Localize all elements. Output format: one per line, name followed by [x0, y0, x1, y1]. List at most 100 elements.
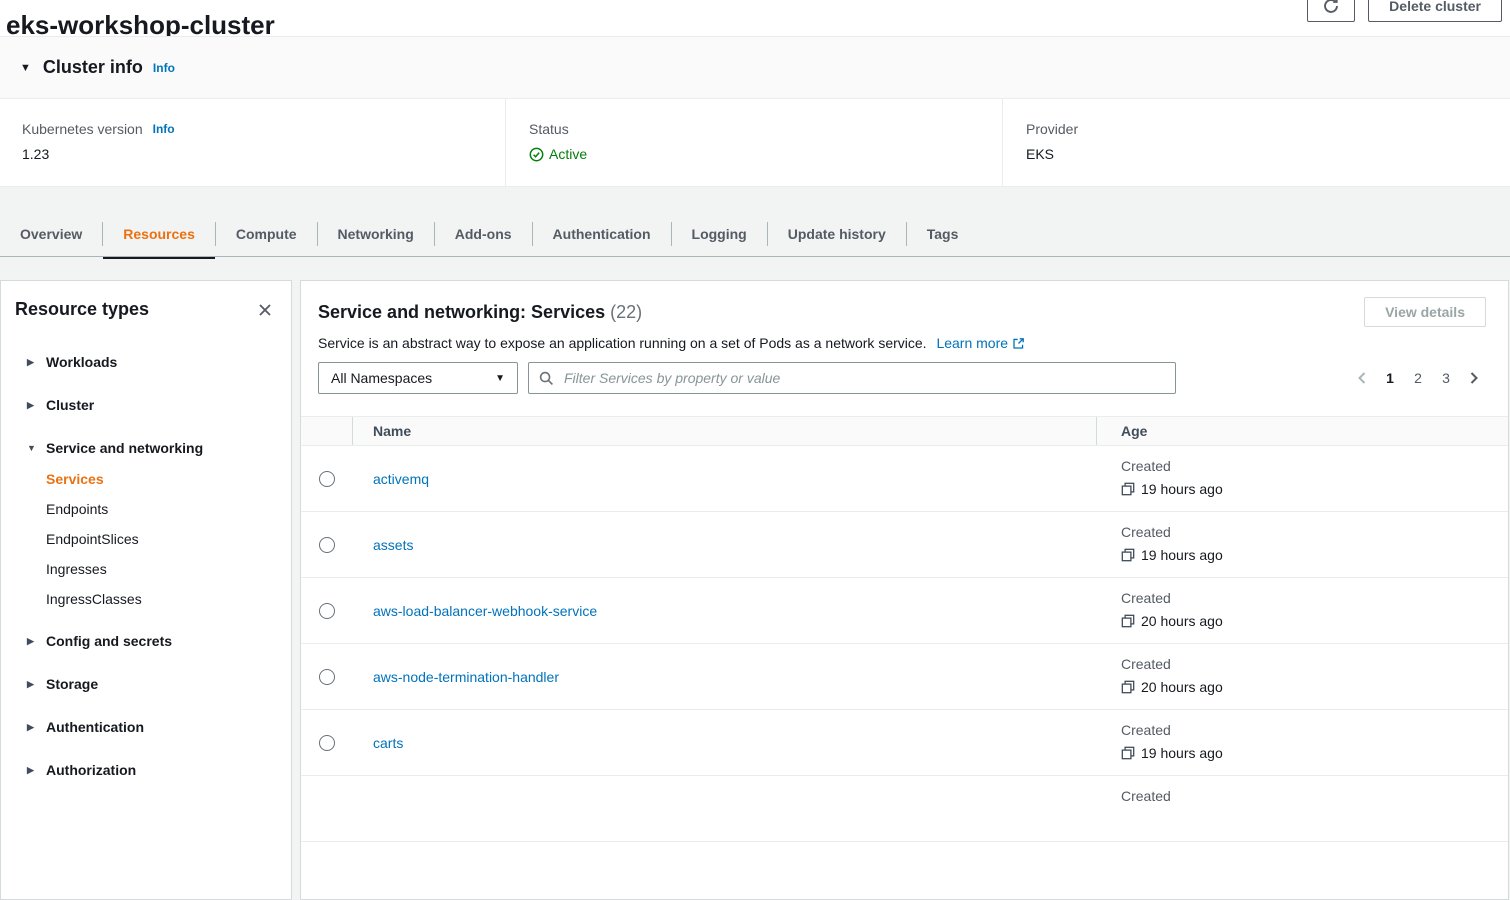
status-check-circle-icon: [529, 147, 544, 162]
services-table: Name Age activemq Created 19 hours ago a…: [301, 416, 1508, 842]
page-1-button[interactable]: 1: [1376, 364, 1404, 392]
page-3-button[interactable]: 3: [1432, 364, 1460, 392]
sidebar-group-storage[interactable]: ▶ Storage: [27, 672, 291, 696]
tab-resources[interactable]: Resources: [103, 210, 215, 257]
sidebar-item-services[interactable]: Services: [46, 464, 291, 494]
previous-page-icon[interactable]: [1348, 364, 1376, 392]
service-link[interactable]: aws-node-termination-handler: [373, 669, 559, 685]
age-created-label: Created: [1121, 590, 1508, 606]
table-row: carts Created 19 hours ago: [301, 710, 1508, 776]
service-link[interactable]: carts: [373, 735, 403, 751]
pagination: 1 2 3: [1348, 364, 1488, 392]
chevron-right-icon[interactable]: ▶: [27, 357, 46, 368]
status-label: Status: [529, 121, 1002, 137]
age-created-label: Created: [1121, 458, 1508, 474]
cluster-info-header[interactable]: ▼ Cluster info Info: [0, 37, 1510, 99]
copy-icon[interactable]: [1121, 548, 1135, 562]
resource-types-panel: Resource types ▶ Workloads ▶ Cluster ▼ S…: [0, 280, 292, 900]
sidebar-group-authentication[interactable]: ▶ Authentication: [27, 715, 291, 739]
close-icon[interactable]: [255, 300, 275, 320]
age-created-label: Created: [1121, 722, 1508, 738]
sidebar-group-authorization[interactable]: ▶ Authorization: [27, 758, 291, 782]
view-details-button[interactable]: View details: [1364, 297, 1486, 327]
external-link-icon: [1012, 337, 1025, 350]
table-row: assets Created 19 hours ago: [301, 512, 1508, 578]
refresh-button[interactable]: [1307, 0, 1355, 22]
kubernetes-version-label: Kubernetes version: [22, 121, 143, 137]
page-header: eks-workshop-cluster Delete cluster: [0, 0, 1510, 38]
resource-types-tree: ▶ Workloads ▶ Cluster ▼ Service and netw…: [1, 350, 291, 782]
age-value: 19 hours ago: [1141, 745, 1223, 761]
services-panel-title: Service and networking: Services (22): [301, 281, 1508, 323]
sidebar-group-config-and-secrets[interactable]: ▶ Config and secrets: [27, 629, 291, 653]
table-row: aws-node-termination-handler Created 20 …: [301, 644, 1508, 710]
chevron-right-icon[interactable]: ▶: [27, 679, 46, 690]
delete-cluster-button[interactable]: Delete cluster: [1368, 0, 1502, 22]
kubernetes-version-value: 1.23: [22, 146, 505, 162]
page-2-button[interactable]: 2: [1404, 364, 1432, 392]
row-radio-button[interactable]: [319, 669, 335, 685]
sidebar-group-workloads[interactable]: ▶ Workloads: [27, 350, 291, 374]
sidebar-item-ingressclasses[interactable]: IngressClasses: [46, 584, 291, 614]
row-radio-button[interactable]: [319, 471, 335, 487]
copy-icon[interactable]: [1121, 680, 1135, 694]
tab-networking[interactable]: Networking: [318, 210, 434, 257]
age-value: 20 hours ago: [1141, 679, 1223, 695]
services-panel: Service and networking: Services (22) Vi…: [300, 280, 1509, 900]
table-row-partial: Created: [301, 776, 1508, 842]
cluster-info-info-link[interactable]: Info: [153, 61, 175, 75]
status-badge: Active: [549, 146, 587, 162]
tab-update-history[interactable]: Update history: [768, 210, 906, 257]
resource-types-title: Resource types: [15, 299, 149, 320]
tabs-separator: [0, 256, 1510, 257]
service-link[interactable]: assets: [373, 537, 413, 553]
service-link[interactable]: aws-load-balancer-webhook-service: [373, 603, 597, 619]
age-value: 19 hours ago: [1141, 481, 1223, 497]
age-created-label: Created: [1121, 788, 1508, 804]
services-count: (22): [610, 302, 642, 322]
tab-logging[interactable]: Logging: [672, 210, 767, 257]
sidebar-item-endpoints[interactable]: Endpoints: [46, 494, 291, 524]
kubernetes-version-field: Kubernetes version Info 1.23: [0, 99, 505, 186]
service-link[interactable]: activemq: [373, 471, 429, 487]
filter-row: All Namespaces ▼ 1 2 3: [318, 362, 1488, 394]
row-radio-button[interactable]: [319, 603, 335, 619]
copy-icon[interactable]: [1121, 746, 1135, 760]
selection-column-header: [301, 417, 353, 445]
copy-icon[interactable]: [1121, 614, 1135, 628]
tab-add-ons[interactable]: Add-ons: [435, 210, 532, 257]
learn-more-link[interactable]: Learn more: [936, 335, 1025, 351]
header-actions: Delete cluster: [1307, 0, 1502, 22]
provider-field: Provider EKS: [1002, 99, 1510, 186]
sidebar-item-ingresses[interactable]: Ingresses: [46, 554, 291, 584]
search-box: [528, 362, 1176, 394]
chevron-right-icon[interactable]: ▶: [27, 765, 46, 776]
caret-down-icon: ▼: [495, 373, 505, 384]
next-page-icon[interactable]: [1460, 364, 1488, 392]
chevron-down-icon[interactable]: ▼: [27, 443, 46, 453]
chevron-right-icon[interactable]: ▶: [27, 722, 46, 733]
sidebar-group-cluster[interactable]: ▶ Cluster: [27, 393, 291, 417]
refresh-icon: [1322, 0, 1340, 15]
tab-authentication[interactable]: Authentication: [533, 210, 671, 257]
collapse-caret-icon[interactable]: ▼: [20, 62, 31, 74]
row-radio-button[interactable]: [319, 735, 335, 751]
search-input[interactable]: [562, 369, 1165, 387]
table-row: activemq Created 19 hours ago: [301, 446, 1508, 512]
kubernetes-version-info-link[interactable]: Info: [153, 122, 175, 136]
table-header: Name Age: [301, 416, 1508, 446]
chevron-right-icon[interactable]: ▶: [27, 636, 46, 647]
row-radio-button[interactable]: [319, 537, 335, 553]
name-column-header: Name: [353, 417, 1097, 445]
tab-tags[interactable]: Tags: [907, 210, 979, 257]
sidebar-group-service-and-networking[interactable]: ▼ Service and networking: [27, 436, 291, 460]
age-created-label: Created: [1121, 524, 1508, 540]
age-value: 19 hours ago: [1141, 547, 1223, 563]
cluster-info-title: Cluster info: [43, 57, 143, 78]
sidebar-item-endpointslices[interactable]: EndpointSlices: [46, 524, 291, 554]
copy-icon[interactable]: [1121, 482, 1135, 496]
namespace-select[interactable]: All Namespaces ▼: [318, 362, 518, 394]
tab-overview[interactable]: Overview: [0, 210, 102, 257]
chevron-right-icon[interactable]: ▶: [27, 400, 46, 411]
tab-compute[interactable]: Compute: [216, 210, 317, 257]
